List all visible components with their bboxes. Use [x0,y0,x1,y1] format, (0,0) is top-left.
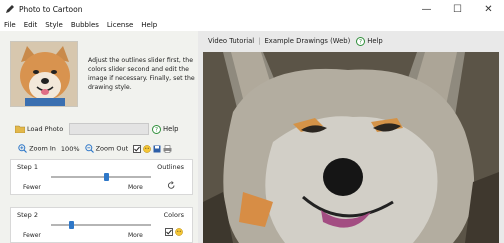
zoom-in-button[interactable]: Zoom In [18,144,56,153]
colors-slider[interactable] [51,221,151,229]
colors-slider-thumb[interactable] [68,221,74,229]
window-title: Photo to Cartoon [19,4,83,14]
tab-video-tutorial[interactable]: Video Tutorial [205,37,257,45]
reset-icon[interactable] [167,181,176,190]
folder-icon [15,125,25,133]
step-1-title: Step 1 [17,163,39,171]
load-photo-label: Load Photo [27,125,64,133]
zoom-out-button[interactable]: Zoom Out [84,144,129,153]
title-bar: Photo to Cartoon — ☐ ✕ [0,0,504,18]
step-2-title: Step 2 [17,211,39,219]
step-2-panel: Step 2 Colors Fewer More [10,207,193,243]
svg-text:?: ? [359,38,362,45]
file-path-field[interactable] [69,123,149,135]
top-links: Video Tutorial | Example Drawings (Web) … [205,35,386,47]
emoji-icon[interactable] [143,144,152,153]
tab-help[interactable]: ? Help [353,36,386,46]
load-row: Load Photo ? Help [15,122,179,136]
emoji-icon[interactable] [175,228,183,236]
help-label: Help [163,125,179,133]
pencil-icon [6,5,14,13]
help-icon: ? [356,36,366,46]
menu-help[interactable]: Help [137,21,161,29]
minimize-button[interactable]: — [411,0,442,18]
step-2-kind: Colors [163,211,184,219]
menu-edit[interactable]: Edit [20,21,42,29]
checkbox-icon[interactable] [165,228,173,236]
help-button[interactable]: ? Help [152,124,179,134]
svg-text:?: ? [155,126,158,133]
close-button[interactable]: ✕ [473,0,504,18]
load-photo-button[interactable]: Load Photo [15,123,67,136]
photo-thumbnail [10,41,78,107]
tab-example-drawings[interactable]: Example Drawings (Web) [262,37,354,45]
step-1-panel: Step 1 Outlines Fewer More [10,159,193,195]
menu-bubbles[interactable]: Bubbles [67,21,103,29]
step-1-more: More [128,184,143,191]
checkbox-icon[interactable] [133,144,142,153]
menu-license[interactable]: License [103,21,137,29]
tab-help-label: Help [367,37,383,45]
cartoon-preview-canvas[interactable] [203,52,499,243]
step-1-fewer: Fewer [23,184,41,191]
maximize-button[interactable]: ☐ [442,0,473,18]
outlines-slider-thumb[interactable] [103,173,109,181]
print-icon[interactable] [163,144,172,153]
menu-bar: File Edit Style Bubbles License Help [0,18,504,31]
menu-style[interactable]: Style [41,21,67,29]
zoom-toolbar: Zoom In 100% Zoom Out [18,142,172,155]
control-panel: Adjust the outlines slider first, the co… [0,31,198,243]
save-icon[interactable] [153,145,161,153]
step-2-more: More [128,232,143,239]
zoom-level: 100% [60,144,80,153]
menu-file[interactable]: File [0,21,20,29]
instructions-text: Adjust the outlines slider first, the co… [88,57,195,91]
zoom-in-label: Zoom In [29,144,56,153]
outlines-slider[interactable] [51,173,151,181]
step-1-kind: Outlines [157,163,184,171]
zoom-in-icon [18,144,27,153]
zoom-out-label: Zoom Out [95,144,129,153]
step-2-fewer: Fewer [23,232,41,239]
zoom-out-icon [84,144,94,153]
help-icon: ? [152,124,161,134]
